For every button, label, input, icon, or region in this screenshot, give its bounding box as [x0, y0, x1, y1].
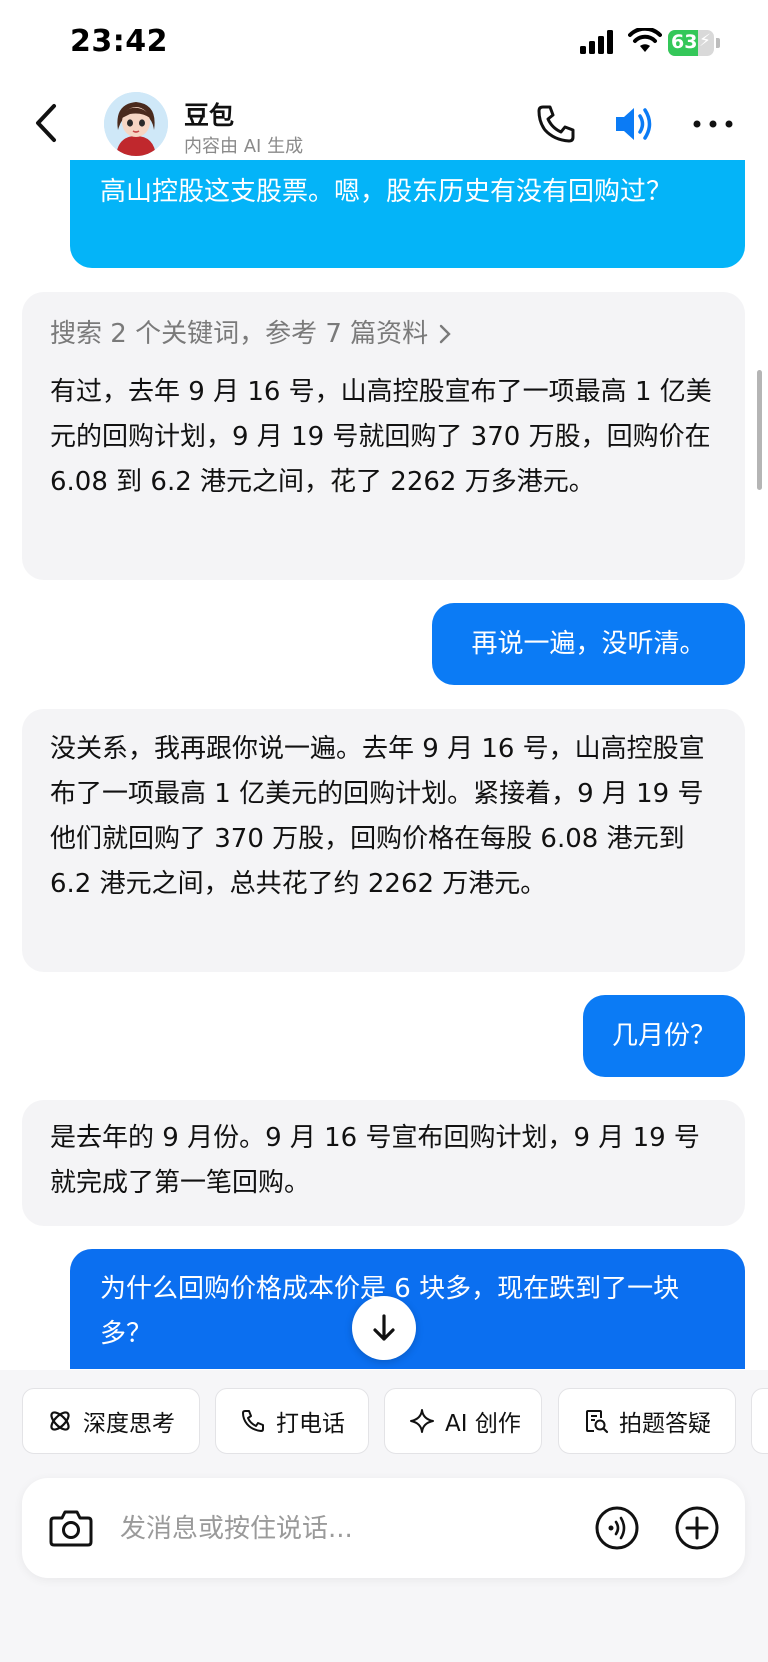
- status-time: 23:42: [70, 24, 168, 59]
- atom-icon: [50, 1411, 70, 1431]
- message-input-bar: 发消息或按住说话...: [22, 1478, 745, 1578]
- more-options-icon[interactable]: [690, 102, 736, 146]
- user-message[interactable]: 高山控股这支股票。嗯，股东历史有没有回购过？: [70, 160, 745, 268]
- back-arrow-icon[interactable]: [28, 100, 64, 146]
- user-message[interactable]: 再说一遍，没听清。: [432, 603, 745, 685]
- chip-label: 打电话: [276, 1411, 345, 1437]
- search-sources-label: 搜索 2 个关键词，参考 7 篇资料: [50, 319, 429, 349]
- status-bar: 23:42 63 ⚡: [0, 0, 768, 86]
- voice-wave-icon[interactable]: [594, 1505, 640, 1551]
- battery-icon: 63 ⚡: [668, 30, 720, 56]
- assistant-message[interactable]: 没关系，我再跟你说一遍。去年 9 月 16 号，山高控股宣布了一项最高 1 亿美…: [22, 709, 745, 972]
- chip-label: AI 创作: [445, 1411, 521, 1437]
- more-actions-chip[interactable]: [751, 1388, 768, 1454]
- phone-icon: [242, 1410, 264, 1432]
- user-message[interactable]: 几月份？: [583, 995, 745, 1077]
- search-sources-link[interactable]: 搜索 2 个关键词，参考 7 篇资料: [50, 314, 717, 354]
- ai-generated-note: 内容由 AI 生成: [184, 136, 304, 157]
- chip-label: 拍题答疑: [619, 1411, 711, 1437]
- scroll-to-bottom-button[interactable]: [352, 1296, 416, 1360]
- ai-create-button[interactable]: AI 创作: [384, 1388, 542, 1454]
- deep-thinking-button[interactable]: 深度思考: [22, 1388, 200, 1454]
- signal-icon: [580, 30, 613, 54]
- chip-label: 深度思考: [83, 1411, 175, 1437]
- search-doc-icon: [586, 1410, 609, 1434]
- arrow-down-icon: [373, 1314, 395, 1341]
- wifi-icon: [628, 28, 662, 52]
- camera-icon[interactable]: [48, 1506, 94, 1550]
- assistant-message-text: 有过，去年 9 月 16 号，山高控股宣布了一项最高 1 亿美元的回购计划，9 …: [50, 377, 712, 497]
- charging-icon: ⚡: [699, 31, 711, 51]
- assistant-message[interactable]: 搜索 2 个关键词，参考 7 篇资料 有过，去年 9 月 16 号，山高控股宣布…: [22, 292, 745, 580]
- avatar[interactable]: [104, 92, 168, 156]
- scrollbar[interactable]: [757, 370, 762, 490]
- message-input[interactable]: 发消息或按住说话...: [120, 1508, 353, 1545]
- sparkle-icon: [410, 1409, 434, 1433]
- bot-name: 豆包: [184, 101, 235, 130]
- composer-area: 深度思考 打电话 AI 创作 拍题答疑 发消息或按住说话...: [0, 1370, 768, 1662]
- plus-icon[interactable]: [674, 1505, 720, 1551]
- photo-question-button[interactable]: 拍题答疑: [558, 1388, 736, 1454]
- chevron-right-icon: [439, 324, 451, 344]
- chat-header: 豆包 内容由 AI 生成: [0, 86, 768, 166]
- speaker-icon[interactable]: [612, 102, 658, 146]
- phone-call-icon[interactable]: [534, 102, 578, 146]
- avatar-portrait-icon: [104, 92, 168, 156]
- call-button[interactable]: 打电话: [215, 1388, 369, 1454]
- assistant-message[interactable]: 是去年的 9 月份。9 月 16 号宣布回购计划，9 月 19 号就完成了第一笔…: [22, 1100, 745, 1226]
- battery-level: 63: [671, 31, 698, 53]
